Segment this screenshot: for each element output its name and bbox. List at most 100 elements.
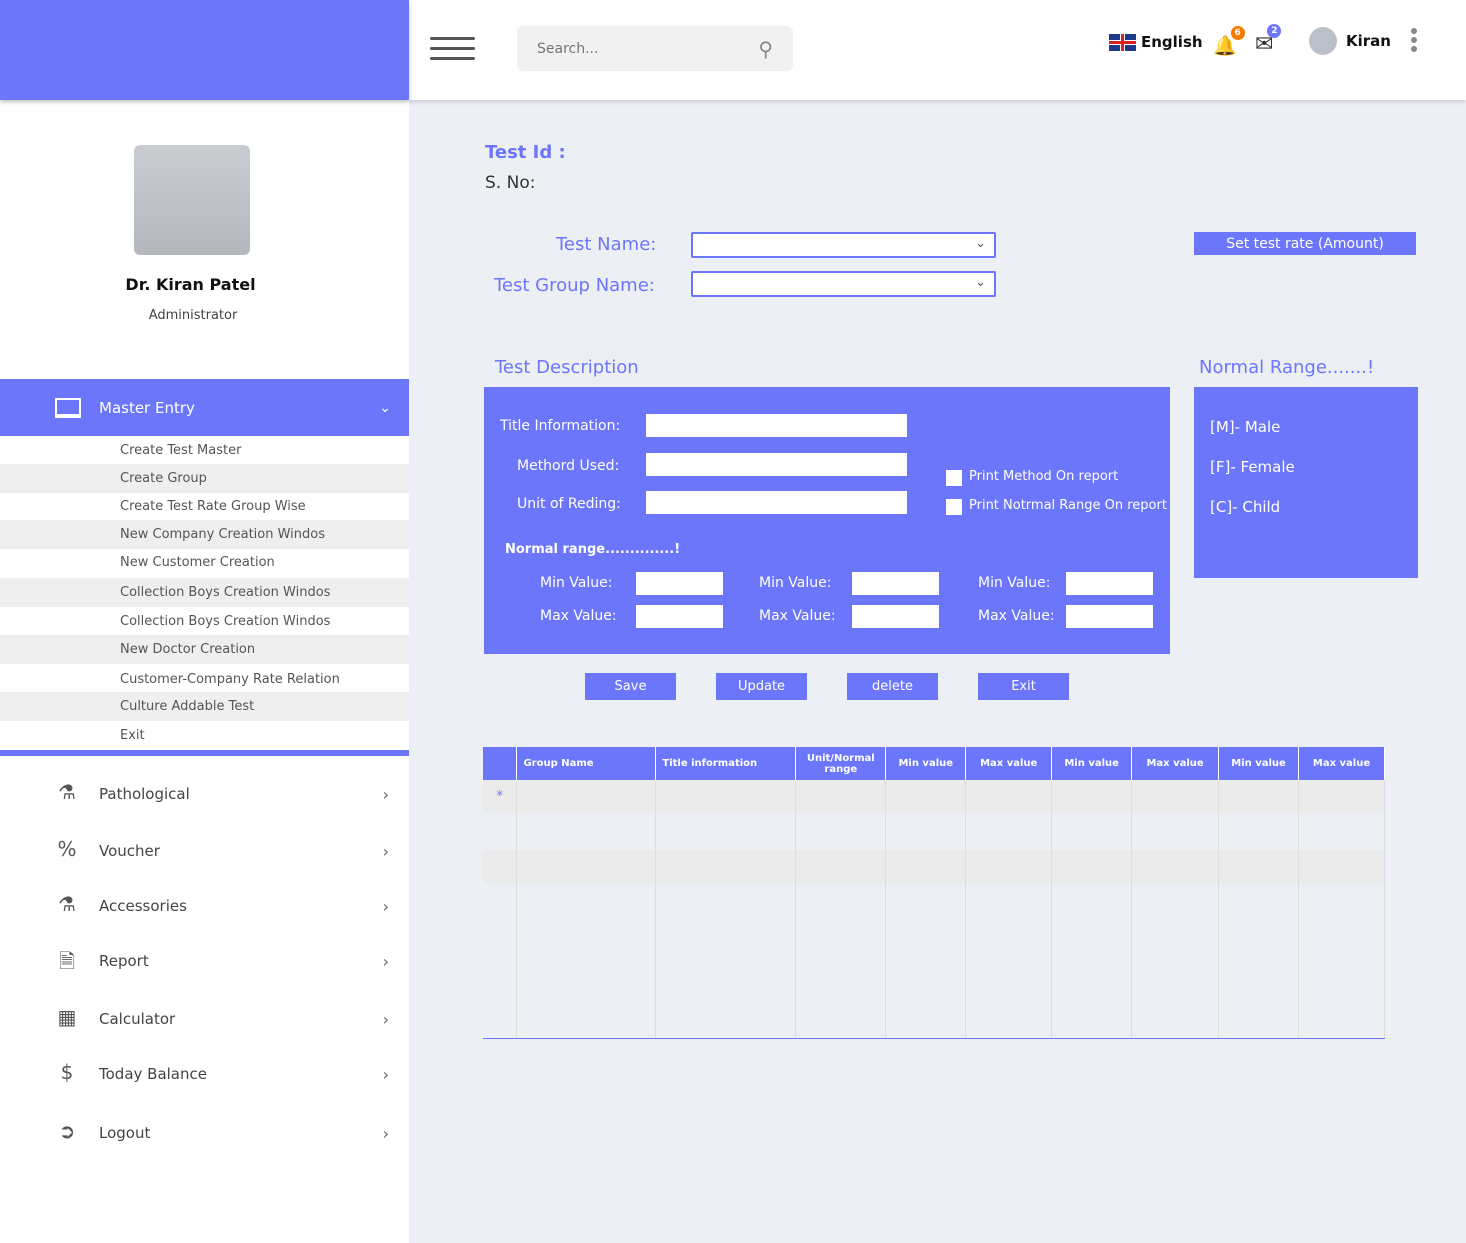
child-legend: [C]- Child: [1210, 498, 1281, 516]
logout-icon: ➲: [58, 1119, 76, 1143]
sidebar-item-accessories[interactable]: ⚗ Accessories ›: [0, 881, 409, 931]
max-value-input-1[interactable]: [636, 605, 723, 628]
avatar[interactable]: [1309, 27, 1337, 55]
sidebar-item-report[interactable]: 🗎 Report ›: [0, 936, 409, 986]
search-box[interactable]: ⚲: [517, 26, 793, 71]
language-selector[interactable]: English: [1109, 33, 1203, 51]
sidebar-item-calculator[interactable]: ▦ Calculator ›: [0, 994, 409, 1044]
max-value-input-3[interactable]: [1066, 605, 1153, 628]
chevron-right-icon: ›: [382, 841, 389, 861]
method-input[interactable]: [646, 453, 907, 476]
column-header[interactable]: Min value: [885, 747, 967, 780]
column-header[interactable]: Max value: [965, 747, 1053, 780]
chevron-right-icon: ›: [382, 951, 389, 971]
table-row: [483, 883, 1385, 1038]
normal-range-title: Normal Range.......!: [1199, 357, 1375, 378]
submenu-item[interactable]: Create Group: [0, 464, 409, 493]
min-value-input-1[interactable]: [636, 572, 723, 595]
min-value-input-3[interactable]: [1066, 572, 1153, 595]
sidebar-item-master-entry[interactable]: Master Entry ⌄: [0, 379, 409, 436]
submenu-item[interactable]: Customer-Company Rate Relation: [0, 665, 409, 694]
voucher-icon: %: [57, 837, 77, 861]
balance-icon: $: [60, 1060, 74, 1084]
hamburger-menu-icon[interactable]: [430, 37, 475, 61]
column-header[interactable]: Min value: [1218, 747, 1299, 780]
max-value-input-2[interactable]: [852, 605, 939, 628]
table-row: [483, 813, 1385, 850]
submenu-item[interactable]: New Company Creation Windos: [0, 520, 409, 549]
print-method-checkbox[interactable]: [946, 470, 962, 486]
chevron-right-icon: ›: [382, 1064, 389, 1084]
unit-input[interactable]: [646, 491, 907, 514]
sidebar-item-label: Master Entry: [99, 398, 195, 417]
lab-bottles-icon: ⚗: [58, 892, 76, 916]
min-label: Min Value:: [540, 575, 613, 591]
search-icon[interactable]: ⚲: [758, 37, 773, 61]
set-test-rate-button[interactable]: Set test rate (Amount): [1194, 232, 1416, 255]
group-name-select[interactable]: ⌄: [691, 271, 996, 297]
submenu-item[interactable]: Collection Boys Creation Windos: [0, 607, 409, 636]
message-badge: 2: [1267, 24, 1282, 38]
chevron-down-icon: ⌄: [975, 275, 986, 290]
submenu-item[interactable]: Exit: [0, 721, 409, 750]
submenu-item[interactable]: New Customer Creation: [0, 548, 409, 577]
test-name-select[interactable]: ⌄: [691, 232, 996, 258]
normal-range-label: Normal range..............!: [505, 542, 681, 557]
print-range-label: Print Notrmal Range On report: [969, 498, 1167, 513]
submenu-item[interactable]: Culture Addable Test: [0, 692, 409, 721]
user-name[interactable]: Kiran: [1346, 32, 1391, 50]
sidebar-item-pathological[interactable]: ⚗ Pathological ›: [0, 769, 409, 819]
normal-range-panel: [M]- Male [F]- Female [C]- Child: [1194, 387, 1418, 578]
chevron-right-icon: ›: [382, 784, 389, 804]
chevron-right-icon: ›: [382, 1123, 389, 1143]
column-header[interactable]: Max value: [1131, 747, 1220, 780]
mail-icon[interactable]: ✉ 2: [1255, 24, 1282, 57]
calculator-icon: ▦: [57, 1005, 77, 1029]
table-row-new[interactable]: *: [483, 780, 1385, 813]
more-options-icon[interactable]: [1411, 28, 1417, 52]
chevron-down-icon: ⌄: [975, 236, 986, 251]
sno-label: S. No:: [485, 173, 536, 193]
print-range-checkbox[interactable]: [946, 499, 962, 515]
sidebar-item-label: Logout: [99, 1124, 151, 1142]
sidebar-item-label: Report: [99, 952, 149, 970]
male-legend: [M]- Male: [1210, 418, 1281, 436]
column-header[interactable]: Title information: [655, 747, 797, 780]
column-header[interactable]: Min value: [1051, 747, 1133, 780]
column-header[interactable]: Unit/Normal range: [795, 747, 887, 780]
brand-bar: [0, 0, 409, 100]
min-label: Min Value:: [978, 575, 1051, 591]
test-id-label: Test Id :: [485, 142, 566, 163]
chevron-right-icon: ›: [382, 1009, 389, 1029]
max-label: Max Value:: [759, 608, 836, 624]
column-header[interactable]: Group Name: [516, 747, 657, 780]
sidebar-item-label: Pathological: [99, 785, 190, 803]
exit-button[interactable]: Exit: [978, 673, 1069, 700]
save-button[interactable]: Save: [585, 673, 676, 700]
min-label: Min Value:: [759, 575, 832, 591]
sidebar-item-logout[interactable]: ➲ Logout ›: [0, 1108, 409, 1158]
column-header[interactable]: Max value: [1298, 747, 1385, 780]
data-grid-table: Group Name Title information Unit/Normal…: [483, 747, 1385, 1038]
group-name-label: Test Group Name:: [494, 275, 655, 296]
submenu-item[interactable]: Collection Boys Creation Windos: [0, 578, 409, 607]
chevron-right-icon: ›: [382, 896, 389, 916]
report-icon: 🗎: [58, 949, 76, 973]
update-button[interactable]: Update: [716, 673, 807, 700]
submenu-item[interactable]: New Doctor Creation: [0, 635, 409, 664]
method-label: Methord Used:: [517, 458, 620, 474]
submenu-item[interactable]: Create Test Rate Group Wise: [0, 492, 409, 521]
chevron-down-icon: ⌄: [379, 399, 391, 416]
sidebar-item-label: Accessories: [99, 897, 187, 915]
bell-icon[interactable]: 🔔 6: [1213, 26, 1245, 57]
min-value-input-2[interactable]: [852, 572, 939, 595]
sidebar-item-today-balance[interactable]: $ Today Balance ›: [0, 1049, 409, 1099]
sidebar-item-voucher[interactable]: % Voucher ›: [0, 826, 409, 876]
title-info-input[interactable]: [646, 414, 907, 437]
sidebar: Dr. Kiran Patel Administrator Master Ent…: [0, 100, 409, 1243]
delete-button[interactable]: delete: [847, 673, 938, 700]
submenu-item[interactable]: Create Test Master: [0, 436, 409, 465]
microscope-icon: ⚗: [58, 780, 76, 804]
new-row-marker: *: [483, 780, 518, 813]
search-input[interactable]: [537, 40, 737, 57]
